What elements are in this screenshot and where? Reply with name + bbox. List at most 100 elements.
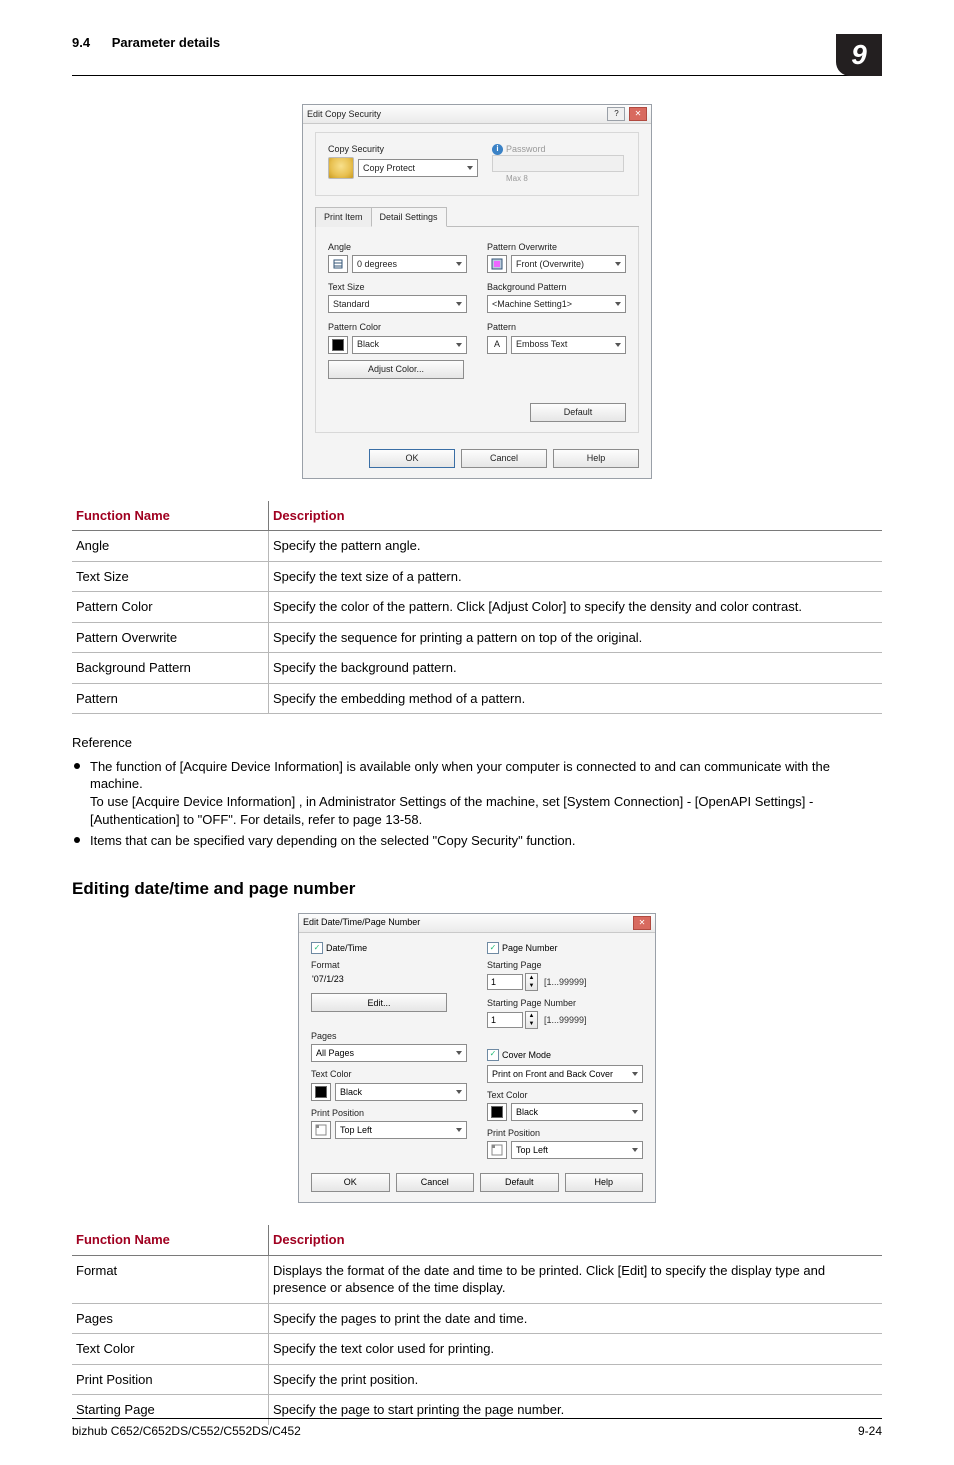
page-number-checkbox[interactable]: ✓Page Number: [487, 942, 558, 954]
th-description: Description: [269, 1225, 883, 1255]
table-cell: Specify the pattern angle.: [269, 531, 883, 562]
page-header: 9.4 Parameter details 9: [72, 34, 882, 76]
cover-mode-combo[interactable]: Print on Front and Back Cover: [487, 1065, 643, 1083]
chevron-down-icon: [632, 1072, 638, 1076]
color-swatch-icon: [487, 1103, 507, 1121]
spinner-arrows[interactable]: ▲▼: [525, 1011, 538, 1029]
format-label: Format: [311, 959, 467, 971]
copy-security-value: Copy Protect: [363, 162, 415, 174]
text-color-value-left: Black: [340, 1086, 362, 1098]
password-label: Password: [506, 143, 546, 155]
color-swatch-icon: [328, 336, 348, 354]
print-position-value-right: Top Left: [516, 1144, 548, 1156]
background-pattern-combo[interactable]: <Machine Setting1>: [487, 295, 626, 313]
ok-button[interactable]: OK: [369, 449, 455, 468]
table-cell: Specify the print position.: [269, 1364, 883, 1395]
table-cell: Displays the format of the date and time…: [269, 1255, 883, 1303]
window-buttons: ? ✕: [606, 107, 647, 121]
pattern-color-combo[interactable]: Black: [352, 336, 467, 354]
list-item: The function of [Acquire Device Informat…: [72, 758, 882, 828]
cancel-button[interactable]: Cancel: [396, 1173, 475, 1192]
chevron-down-icon: [456, 1128, 462, 1132]
starting-page-number-label: Starting Page Number: [487, 997, 643, 1009]
background-pattern-label: Background Pattern: [487, 281, 626, 293]
edit-copy-security-dialog: Edit Copy Security ? ✕ Copy Security Cop…: [302, 104, 652, 479]
table-row: Pattern Color: [72, 592, 269, 623]
chevron-down-icon: [456, 1090, 462, 1094]
starting-page-value[interactable]: 1: [487, 974, 523, 990]
chevron-down-icon: [615, 343, 621, 347]
copy-security-combo[interactable]: Copy Protect: [358, 159, 478, 177]
cover-mode-value: Print on Front and Back Cover: [492, 1068, 613, 1080]
table-row: Pattern Overwrite: [72, 622, 269, 653]
help-button[interactable]: Help: [553, 449, 639, 468]
pages-combo[interactable]: All Pages: [311, 1044, 467, 1062]
page-number-label: Page Number: [502, 942, 558, 954]
tab-print-item[interactable]: Print Item: [315, 207, 372, 227]
pattern-overwrite-combo[interactable]: Front (Overwrite): [511, 255, 626, 273]
footer-page: 9-24: [858, 1423, 882, 1439]
pattern-combo[interactable]: Emboss Text: [511, 336, 626, 354]
chevron-down-icon: [456, 343, 462, 347]
chevron-down-icon: [632, 1110, 638, 1114]
text-color-combo-left[interactable]: Black: [335, 1083, 467, 1101]
table-row: Background Pattern: [72, 653, 269, 684]
copy-security-label: Copy Security: [328, 143, 478, 155]
print-position-combo-left[interactable]: Top Left: [335, 1121, 467, 1139]
angle-icon: [328, 255, 348, 273]
tab-strip: Print Item Detail Settings: [315, 206, 639, 227]
text-size-combo[interactable]: Standard: [328, 295, 467, 313]
page-footer: bizhub C652/C652DS/C552/C552DS/C452 9-24: [72, 1418, 882, 1439]
close-window-button[interactable]: ✕: [629, 107, 647, 121]
chapter-tab: 9: [836, 34, 882, 76]
chevron-down-icon: [456, 262, 462, 266]
spinner-arrows[interactable]: ▲▼: [525, 973, 538, 991]
reference-heading: Reference: [72, 734, 882, 752]
subsection-title: Editing date/time and page number: [72, 878, 882, 901]
cover-mode-checkbox[interactable]: ✓Cover Mode: [487, 1049, 551, 1061]
dialog-title: Edit Copy Security: [307, 108, 381, 120]
pages-label: Pages: [311, 1030, 467, 1042]
overwrite-icon: [487, 255, 507, 273]
default-button[interactable]: Default: [530, 403, 626, 422]
function-table-2: Function Name Description FormatDisplays…: [72, 1225, 882, 1425]
position-icon: [311, 1121, 331, 1139]
print-position-label-right: Print Position: [487, 1127, 643, 1139]
print-position-combo-right[interactable]: Top Left: [511, 1141, 643, 1159]
starting-page-number-range: [1...99999]: [544, 1014, 587, 1026]
starting-page-range: [1...99999]: [544, 976, 587, 988]
chevron-down-icon: [456, 302, 462, 306]
pattern-label: Pattern: [487, 321, 626, 333]
close-window-button[interactable]: ✕: [633, 916, 651, 930]
chevron-down-icon: [615, 302, 621, 306]
edit-button[interactable]: Edit...: [311, 993, 447, 1012]
table-cell: Specify the embedding method of a patter…: [269, 683, 883, 714]
section-heading: 9.4 Parameter details: [72, 34, 220, 75]
help-button[interactable]: Help: [565, 1173, 644, 1192]
cancel-button[interactable]: Cancel: [461, 449, 547, 468]
text-color-combo-right[interactable]: Black: [511, 1103, 643, 1121]
default-button[interactable]: Default: [480, 1173, 559, 1192]
angle-combo[interactable]: 0 degrees: [352, 255, 467, 273]
pattern-value: Emboss Text: [516, 338, 567, 350]
reference-text: To use [Acquire Device Information] , in…: [90, 793, 882, 828]
tab-detail-settings[interactable]: Detail Settings: [371, 207, 447, 227]
chevron-down-icon: [467, 166, 473, 170]
help-window-button[interactable]: ?: [607, 107, 625, 121]
info-icon: i: [492, 144, 503, 155]
chevron-down-icon: [632, 1148, 638, 1152]
table-cell: Specify the text color used for printing…: [269, 1334, 883, 1365]
starting-page-number-spinner[interactable]: 1 ▲▼ [1...99999]: [487, 1011, 587, 1029]
starting-page-spinner[interactable]: 1 ▲▼ [1...99999]: [487, 973, 587, 991]
date-time-checkbox[interactable]: ✓Date/Time: [311, 942, 367, 954]
table-cell: Specify the color of the pattern. Click …: [269, 592, 883, 623]
format-value: '07/1/23: [311, 973, 467, 985]
adjust-color-button[interactable]: Adjust Color...: [328, 360, 464, 379]
footer-model: bizhub C652/C652DS/C552/C552DS/C452: [72, 1423, 301, 1439]
pattern-color-value: Black: [357, 338, 379, 350]
pattern-color-label: Pattern Color: [328, 321, 467, 333]
window-buttons: ✕: [632, 916, 651, 930]
ok-button[interactable]: OK: [311, 1173, 390, 1192]
chevron-down-icon: [615, 262, 621, 266]
starting-page-number-value[interactable]: 1: [487, 1012, 523, 1028]
